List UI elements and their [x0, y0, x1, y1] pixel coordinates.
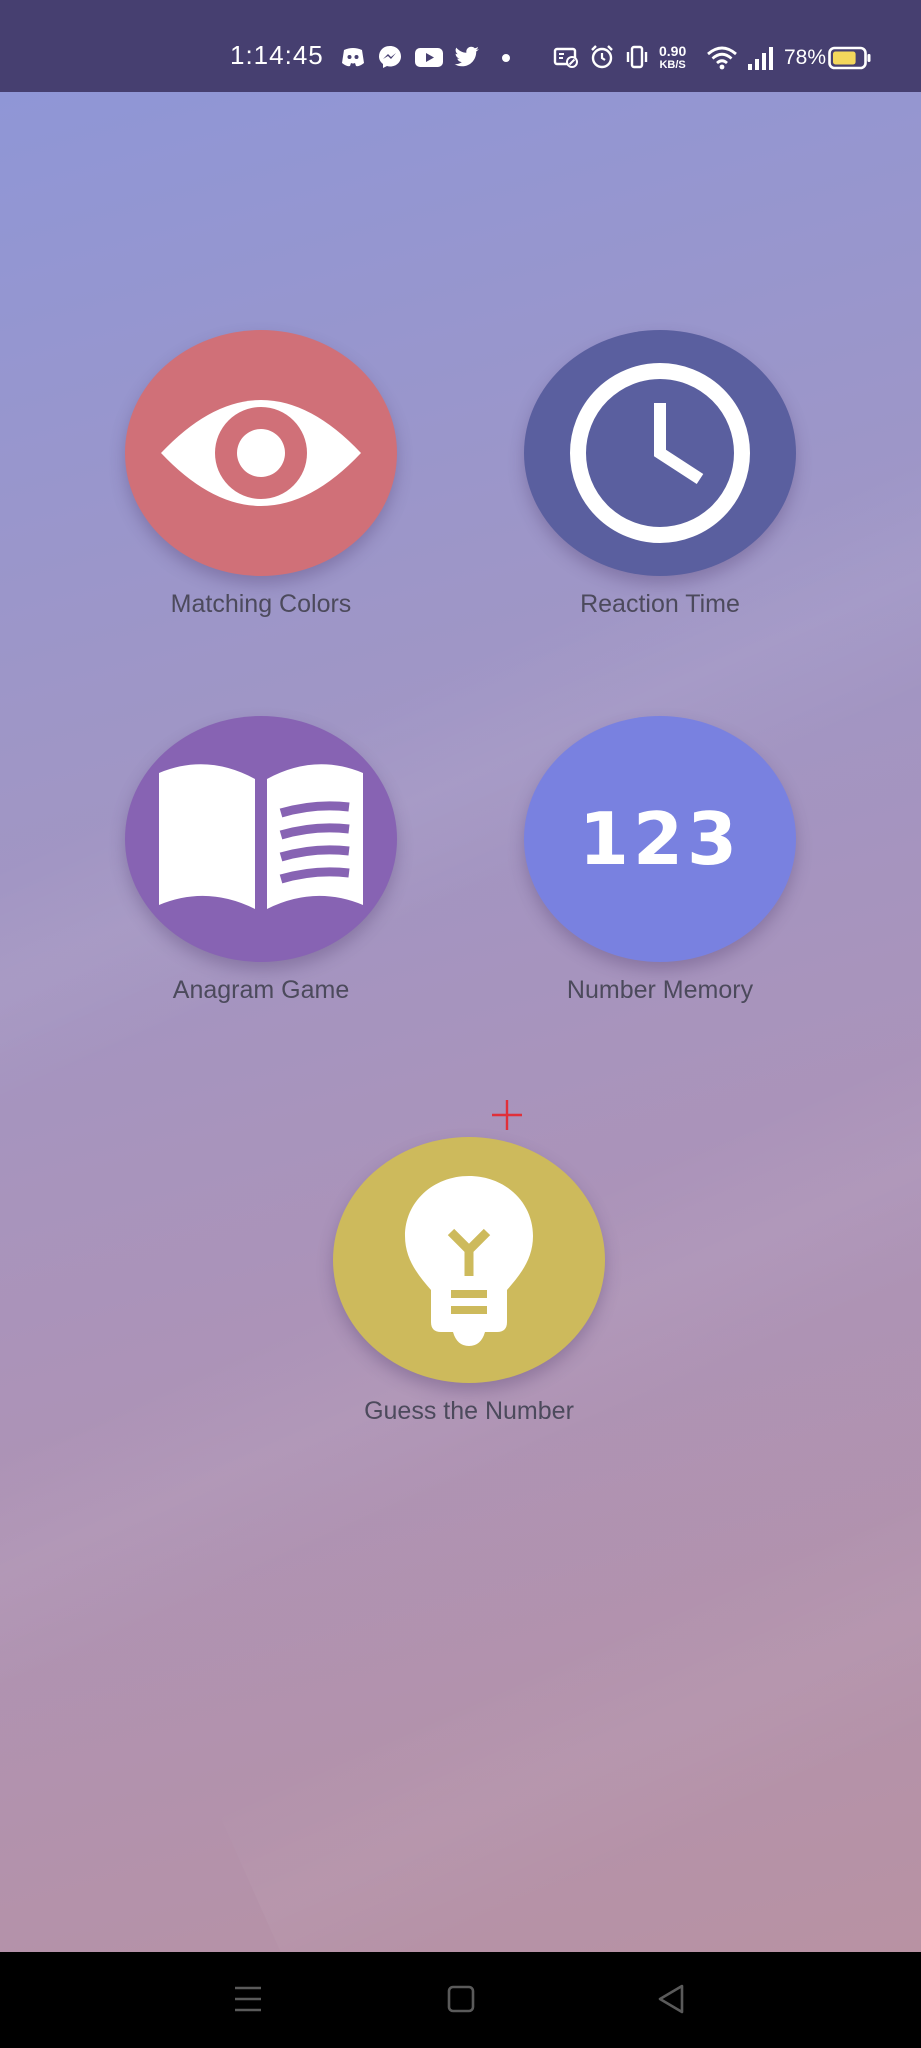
status-time: 1:14:45	[230, 40, 324, 70]
cast-icon	[553, 47, 578, 68]
battery-icon	[828, 46, 871, 70]
network-speed: 0.90 KB/S	[659, 44, 686, 72]
game-tile-guess-the-number[interactable]: Guess the Number	[319, 1137, 619, 1426]
number-memory-button[interactable]: 123	[524, 716, 796, 962]
battery-percent: 78%	[784, 46, 827, 69]
lightbulb-icon	[405, 1176, 533, 1346]
game-tile-anagram-game[interactable]: Anagram Game	[111, 716, 411, 1005]
messenger-icon	[379, 46, 401, 68]
game-tile-number-memory[interactable]: 123 Number Memory	[510, 716, 810, 1005]
reaction-time-button[interactable]	[524, 330, 796, 576]
back-icon[interactable]	[656, 1982, 686, 2016]
dot-icon	[502, 54, 510, 62]
net-speed-value: 0.90	[659, 43, 687, 59]
game-label: Matching Colors	[170, 590, 352, 618]
game-tile-matching-colors[interactable]: Matching Colors	[111, 330, 411, 619]
alarm-icon	[591, 45, 613, 69]
matching-colors-button[interactable]	[125, 330, 397, 576]
game-menu-screen: Matching Colors Reaction Time Anagram Ga…	[0, 92, 921, 1952]
youtube-icon	[415, 48, 443, 67]
wifi-icon	[707, 46, 737, 70]
twitter-icon	[454, 46, 479, 67]
guess-the-number-button[interactable]	[333, 1137, 605, 1383]
menu-icon[interactable]	[233, 1982, 263, 2016]
game-tile-reaction-time[interactable]: Reaction Time	[510, 330, 810, 619]
vibrate-icon	[626, 45, 648, 69]
game-label: Reaction Time	[580, 590, 740, 618]
navigation-bar	[0, 1952, 921, 2048]
signal-icon	[748, 47, 773, 70]
book-icon	[159, 764, 363, 909]
net-speed-unit: KB/S	[659, 59, 686, 71]
status-bar: 1:14:45 0.90 KB/S 78%	[0, 0, 921, 92]
discord-icon	[342, 48, 364, 67]
home-icon[interactable]	[446, 1982, 476, 2016]
numbers-icon: 123	[578, 797, 742, 881]
eye-icon	[161, 400, 361, 506]
clock-icon	[570, 363, 750, 543]
anagram-game-button[interactable]	[125, 716, 397, 962]
game-label: Anagram Game	[172, 976, 350, 1004]
game-label: Number Memory	[566, 976, 754, 1004]
crosshair-icon	[492, 1100, 522, 1130]
battery-level-fill	[833, 51, 856, 65]
game-label: Guess the Number	[364, 1397, 574, 1425]
